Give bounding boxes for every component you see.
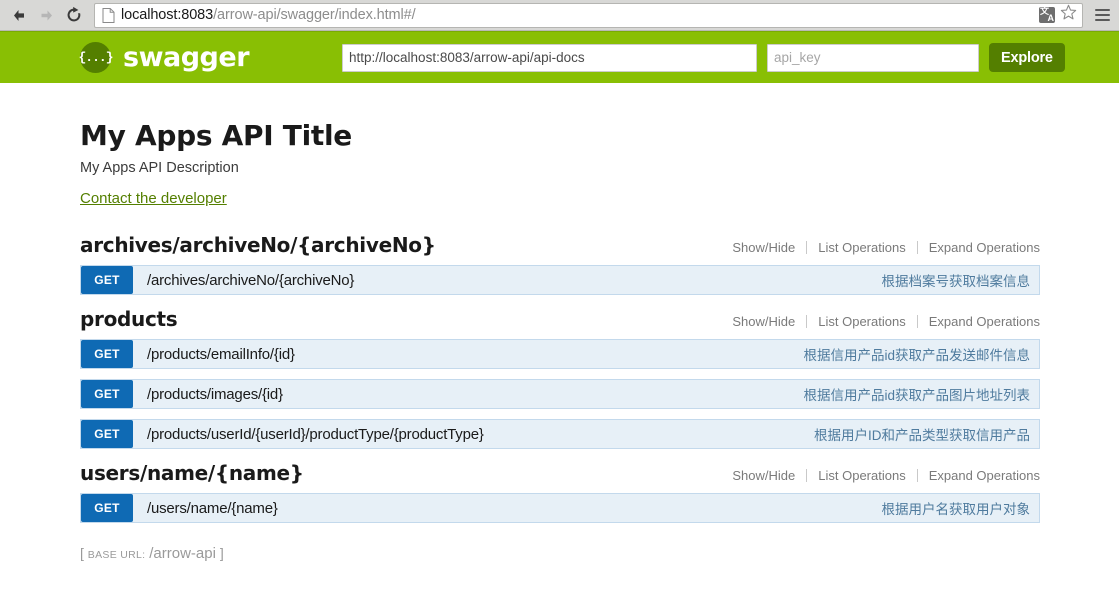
operation-summary: 根据用户ID和产品类型获取信用产品	[814, 428, 1030, 443]
address-bar[interactable]: localhost:8083/arrow-api/swagger/index.h…	[94, 2, 1083, 28]
resource-list: archives/archiveNo/{archiveNo} Show/Hide L…	[80, 233, 1040, 523]
address-bar-text: localhost:8083/arrow-api/swagger/index.h…	[121, 7, 1039, 23]
resource-header: products Show/Hide List Operations Expand O…	[80, 307, 1040, 339]
show-hide-link[interactable]: Show/Hide	[721, 468, 806, 483]
expand-operations-link[interactable]: Expand Operations	[918, 468, 1040, 483]
base-url-value: /arrow-api	[149, 545, 216, 562]
explore-button[interactable]: Explore	[989, 43, 1065, 72]
page-document-icon	[102, 7, 115, 23]
resource-options: Show/Hide List Operations Expand Operation…	[721, 314, 1040, 329]
list-operations-link[interactable]: List Operations	[807, 468, 916, 483]
resource-options: Show/Hide List Operations Expand Operation…	[721, 468, 1040, 483]
list-operations-link[interactable]: List Operations	[807, 314, 916, 329]
address-bar-path: /arrow-api/swagger/index.html#/	[213, 7, 416, 23]
base-url-bracket-open: [	[80, 545, 84, 561]
resource-name[interactable]: users/name/{name}	[80, 461, 304, 485]
operation-row[interactable]: GET/products/emailInfo/{id} 根据信用产品id获取产品发…	[80, 339, 1040, 369]
contact-developer-link[interactable]: Contact the developer	[80, 190, 227, 207]
show-hide-link[interactable]: Show/Hide	[721, 314, 806, 329]
resource-name[interactable]: archives/archiveNo/{archiveNo}	[80, 233, 436, 257]
swagger-logo-text: swagger	[123, 42, 250, 73]
back-arrow-icon	[13, 9, 24, 21]
resource-group: products Show/Hide List Operations Expand O…	[80, 307, 1040, 449]
browser-toolbar: localhost:8083/arrow-api/swagger/index.h…	[0, 0, 1119, 31]
hamburger-menu-icon-line-3	[1094, 19, 1110, 21]
operation-row[interactable]: GET/products/userId/{userId}/productType…	[80, 419, 1040, 449]
swagger-content-inner: My Apps API Title My Apps API Descriptio…	[80, 83, 1040, 562]
resource-header: archives/archiveNo/{archiveNo} Show/Hide L…	[80, 233, 1040, 265]
spec-url-input[interactable]	[342, 43, 758, 72]
translate-icon[interactable]: 文 A	[1039, 7, 1055, 23]
list-operations-link[interactable]: List Operations	[807, 240, 916, 255]
resource-header: users/name/{name} Show/Hide List Operation…	[80, 461, 1040, 493]
operation-path[interactable]: /users/name/{name}	[133, 500, 882, 517]
browser-menu-button[interactable]	[1091, 2, 1113, 28]
hamburger-menu-icon-line-2	[1094, 14, 1110, 16]
forward-arrow-icon	[41, 10, 52, 20]
base-url-footer: [ BASE URL: /arrow-api ]	[80, 545, 1040, 562]
base-url-bracket-close: ]	[219, 545, 224, 561]
page-title: My Apps API Title	[80, 119, 352, 152]
back-button[interactable]	[4, 1, 32, 29]
hamburger-menu-icon-line-1	[1094, 9, 1110, 11]
operation-path[interactable]: /products/emailInfo/{id}	[133, 346, 803, 363]
operation-summary: 根据档案号获取档案信息	[881, 274, 1031, 289]
operation-summary: 根据用户名获取用户对象	[881, 502, 1031, 517]
api-description: My Apps API Description	[80, 160, 239, 176]
swagger-braces-icon: {...}	[79, 42, 114, 73]
resource-group: archives/archiveNo/{archiveNo} Show/Hide L…	[80, 233, 1040, 295]
bookmark-star-icon	[1060, 4, 1077, 20]
operation-method-badge: GET	[81, 266, 133, 294]
operation-row[interactable]: GET/archives/archiveNo/{archiveNo} 根据档案号获…	[80, 265, 1040, 295]
resource-group: users/name/{name} Show/Hide List Operation…	[80, 461, 1040, 523]
operation-method-badge: GET	[81, 494, 133, 522]
reload-button[interactable]	[60, 1, 88, 29]
reload-icon	[67, 6, 81, 22]
api-key-input[interactable]	[767, 43, 980, 72]
translate-icon-secondary-glyph: A	[1047, 13, 1055, 23]
operation-summary: 根据信用产品id获取产品图片地址列表	[803, 388, 1030, 403]
operation-method-badge: GET	[81, 420, 133, 448]
base-url-label: BASE URL:	[87, 549, 146, 561]
operation-path[interactable]: /archives/archiveNo/{archiveNo}	[133, 272, 882, 289]
operation-row[interactable]: GET/products/images/{id} 根据信用产品id获取产品图片地址…	[80, 379, 1040, 409]
operation-row[interactable]: GET/users/name/{name} 根据用户名获取用户对象	[80, 493, 1040, 523]
operation-path[interactable]: /products/userId/{userId}/productType/{p…	[133, 426, 814, 443]
address-bar-host: localhost:8083	[121, 7, 214, 23]
swagger-header-bar: {...} swagger Explore	[0, 31, 1119, 83]
swagger-header-form: Explore	[342, 43, 1065, 72]
swagger-main-content: My Apps API Title My Apps API Descriptio…	[0, 83, 1119, 593]
expand-operations-link[interactable]: Expand Operations	[918, 240, 1040, 255]
operation-method-badge: GET	[81, 380, 133, 408]
forward-button[interactable]	[32, 1, 60, 29]
show-hide-link[interactable]: Show/Hide	[721, 240, 806, 255]
operation-summary: 根据信用产品id获取产品发送邮件信息	[803, 348, 1030, 363]
resource-options: Show/Hide List Operations Expand Operation…	[721, 240, 1040, 255]
operation-method-badge: GET	[81, 340, 133, 368]
omnibox-icons: 文 A	[1039, 4, 1080, 26]
expand-operations-link[interactable]: Expand Operations	[918, 314, 1040, 329]
bookmark-star-button[interactable]	[1060, 4, 1077, 26]
resource-name[interactable]: products	[80, 307, 178, 331]
operation-path[interactable]: /products/images/{id}	[133, 386, 803, 403]
swagger-logo[interactable]: {...} swagger	[79, 42, 250, 73]
